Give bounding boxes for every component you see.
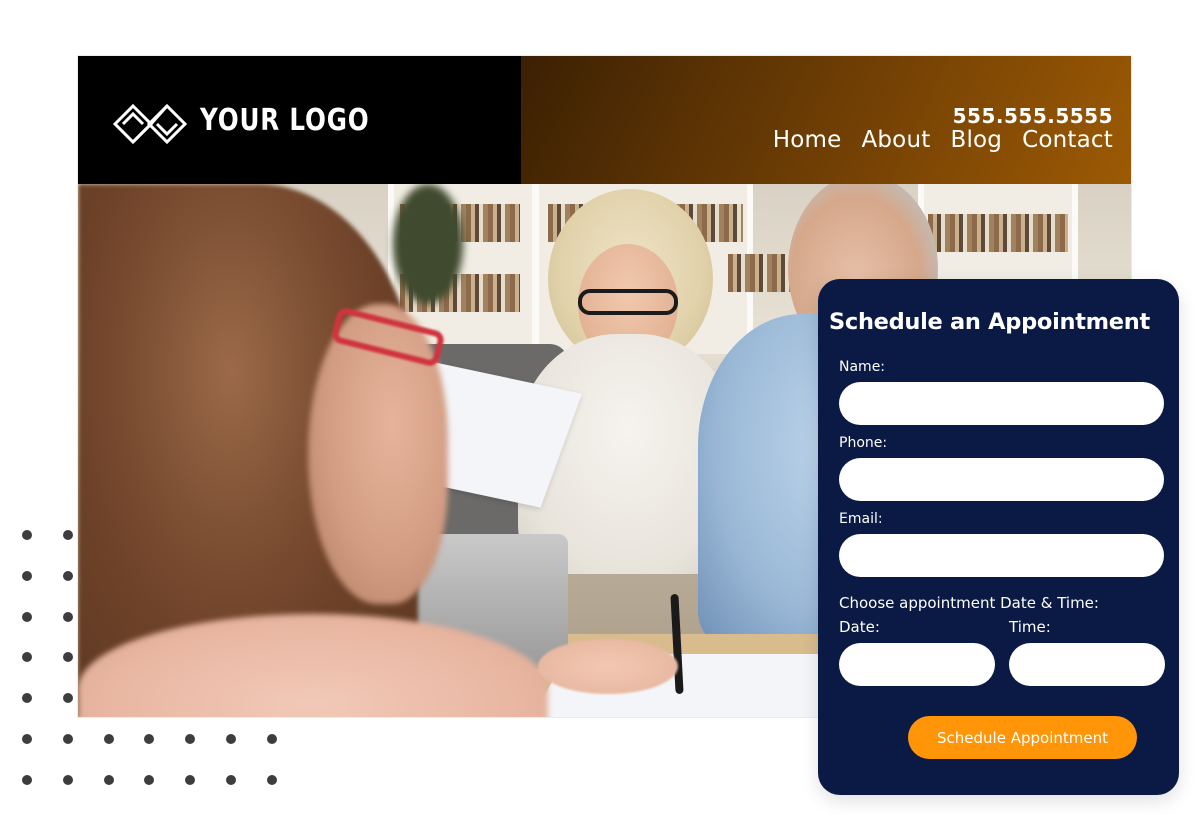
books <box>928 214 1068 252</box>
decorative-dot <box>22 652 32 663</box>
phone-label: Phone: <box>839 435 888 451</box>
nav-contact[interactable]: Contact <box>1022 127 1113 153</box>
decorative-dot <box>22 734 32 744</box>
logo-text[interactable]: YOUR LOGO <box>200 103 370 138</box>
decorative-dot <box>62 774 73 785</box>
advisor-hand <box>538 639 678 694</box>
decorative-dot <box>22 570 32 581</box>
decorative-dot <box>62 734 73 744</box>
decorative-dot <box>62 652 73 663</box>
site-header: YOUR LOGO 555.555.5555 Home About Blog C… <box>78 56 1131 184</box>
nav-blog[interactable]: Blog <box>950 127 1002 153</box>
appointment-form-card: Schedule an Appointment Name: Phone: Ema… <box>818 279 1179 795</box>
time-input[interactable] <box>1009 643 1165 686</box>
nav-panel: 555.555.5555 Home About Blog Contact <box>521 56 1131 184</box>
datetime-heading: Choose appointment Date & Time: <box>839 594 1099 612</box>
phone-input[interactable] <box>839 458 1164 501</box>
decorative-dot <box>266 774 277 785</box>
decorative-dot <box>62 570 73 581</box>
decorative-dot <box>144 734 155 744</box>
nav-about[interactable]: About <box>861 127 930 153</box>
date-label: Date: <box>839 618 880 636</box>
name-label: Name: <box>839 359 886 375</box>
decorative-dot <box>226 734 236 744</box>
woman-glasses <box>578 289 678 315</box>
decorative-dot <box>22 530 32 540</box>
decorative-dot <box>62 530 73 540</box>
decorative-dot <box>62 611 73 622</box>
interlocking-diamonds-logo-icon[interactable] <box>112 98 188 150</box>
decorative-dot <box>22 774 32 785</box>
decorative-dot <box>266 734 277 744</box>
decorative-dot <box>103 774 114 785</box>
decorative-dot <box>62 693 73 704</box>
date-input[interactable] <box>839 643 995 686</box>
nav-home[interactable]: Home <box>773 127 842 153</box>
date-time-row: Date: Time: <box>839 618 1165 686</box>
decorative-dot <box>22 611 32 622</box>
phone-number[interactable]: 555.555.5555 <box>953 104 1113 128</box>
decorative-dot <box>226 774 236 785</box>
plant <box>393 184 463 304</box>
logo-panel: YOUR LOGO <box>78 56 521 184</box>
name-input[interactable] <box>839 382 1164 425</box>
decorative-dot <box>144 774 155 785</box>
decorative-dot <box>185 774 196 785</box>
schedule-appointment-button[interactable]: Schedule Appointment <box>908 716 1137 759</box>
decorative-dot <box>22 693 32 704</box>
email-input[interactable] <box>839 534 1164 577</box>
time-column: Time: <box>1009 618 1165 686</box>
time-label: Time: <box>1009 618 1051 636</box>
email-label: Email: <box>839 511 883 527</box>
form-title: Schedule an Appointment <box>829 309 1150 335</box>
decorative-dot <box>185 734 196 744</box>
page-canvas: YOUR LOGO 555.555.5555 Home About Blog C… <box>0 0 1200 840</box>
main-nav: Home About Blog Contact <box>773 127 1113 153</box>
decorative-dot <box>103 734 114 744</box>
date-column: Date: <box>839 618 995 686</box>
